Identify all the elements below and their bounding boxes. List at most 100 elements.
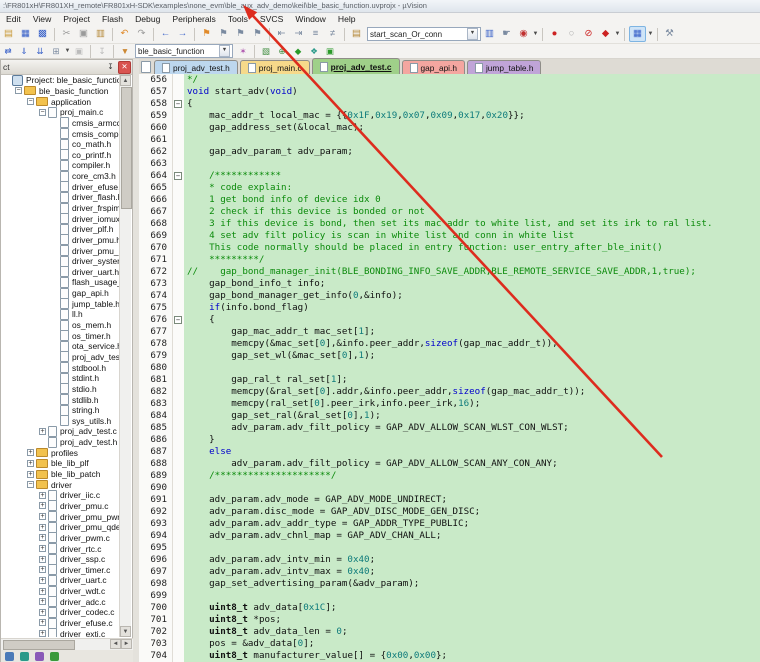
- save-icon[interactable]: ▦: [18, 27, 33, 41]
- scroll-left-icon[interactable]: ◄: [110, 639, 121, 649]
- rebuild-icon[interactable]: ⇊: [33, 45, 47, 57]
- code-line[interactable]: 660 gap_address_set(&local_mac);: [139, 122, 760, 134]
- tree-item[interactable]: gap_api.h: [1, 288, 121, 299]
- tab-jump_table-h[interactable]: jump_table.h: [467, 60, 542, 74]
- tree-item[interactable]: proj_adv_test.h: [1, 352, 121, 363]
- target-combobox[interactable]: ble_basic_function▼: [135, 44, 233, 58]
- tree-item[interactable]: driver_system.h: [1, 256, 121, 267]
- expand-icon[interactable]: +: [27, 460, 34, 467]
- pin-icon[interactable]: ↧: [104, 61, 117, 74]
- code-line[interactable]: 674 gap_bond_manager_get_info(0,&info);: [139, 290, 760, 302]
- scroll-up-icon[interactable]: ▲: [120, 75, 131, 86]
- tab-proj_main-c[interactable]: proj_main.c: [240, 60, 310, 74]
- code-line[interactable]: 700 uint8_t adv_data[0x1C];: [139, 602, 760, 614]
- tree-item[interactable]: stdbool.h: [1, 362, 121, 373]
- code-line[interactable]: 659 mac_addr_t local_mac = {{0x1F,0x19,0…: [139, 110, 760, 122]
- collapse-icon[interactable]: −: [15, 87, 22, 94]
- code-line[interactable]: 681 gap_ral_t ral_set[1];: [139, 374, 760, 386]
- close-icon[interactable]: ✕: [118, 61, 131, 74]
- tree-item[interactable]: +proj_adv_test.c: [1, 426, 121, 437]
- tree-item[interactable]: +driver_timer.c: [1, 564, 121, 575]
- expand-icon[interactable]: +: [39, 502, 46, 509]
- download-icon[interactable]: ↧: [95, 45, 109, 57]
- options-target-icon[interactable]: ✶: [236, 45, 250, 57]
- menu-svcs[interactable]: SVCS: [254, 13, 289, 25]
- code-line[interactable]: 667 2 check if this device is bonded or …: [139, 206, 760, 218]
- cut-icon[interactable]: ✂: [59, 27, 74, 41]
- pack-installer-icon[interactable]: ❖: [307, 45, 321, 57]
- expand-icon[interactable]: +: [39, 524, 46, 531]
- tree-item[interactable]: +driver_ssp.c: [1, 554, 121, 565]
- bookmark-prev-icon[interactable]: ⚑: [216, 27, 231, 41]
- tree-item[interactable]: string.h: [1, 405, 121, 416]
- code-line[interactable]: 677 gap_mac_addr_t mac_set[1];: [139, 326, 760, 338]
- project-tree[interactable]: Project: ble_basic_function−ble_basic_fu…: [1, 75, 121, 637]
- menu-project[interactable]: Project: [57, 13, 96, 25]
- code-line[interactable]: 671 *********/: [139, 254, 760, 266]
- expand-icon[interactable]: +: [27, 471, 34, 478]
- undo-icon[interactable]: ↶: [117, 27, 132, 41]
- tree-item[interactable]: stdint.h: [1, 373, 121, 384]
- tree-item[interactable]: +ble_lib_patch: [1, 469, 121, 480]
- code-line[interactable]: 678 memcpy(&mac_set[0],&info.peer_addr,s…: [139, 338, 760, 350]
- tree-item[interactable]: +driver_uart.c: [1, 575, 121, 586]
- tree-item[interactable]: sys_utils.h: [1, 416, 121, 427]
- code-line[interactable]: 672// gap_bond_manager_init(BLE_BONDING_…: [139, 266, 760, 278]
- forward-icon[interactable]: →: [175, 27, 190, 41]
- menu-flash[interactable]: Flash: [96, 13, 129, 25]
- file-extensions-icon[interactable]: ▧: [259, 45, 273, 57]
- code-line[interactable]: 657void start_adv(void): [139, 86, 760, 98]
- code-line[interactable]: 696 adv_param.adv_intv_min = 0x40;: [139, 554, 760, 566]
- tree-item[interactable]: +driver_pmu_pwm.c: [1, 511, 121, 522]
- code-line[interactable]: 661: [139, 134, 760, 146]
- build-icon[interactable]: ⇓: [17, 45, 31, 57]
- chevron-down-icon[interactable]: ▼: [64, 48, 71, 54]
- code-line[interactable]: 658−{: [139, 98, 760, 110]
- menu-edit[interactable]: Edit: [0, 13, 27, 25]
- menu-tools[interactable]: Tools: [222, 13, 254, 25]
- wrench-icon[interactable]: ⚒: [662, 27, 677, 41]
- collapse-icon[interactable]: −: [39, 109, 46, 116]
- tree-item[interactable]: jump_table.h: [1, 298, 121, 309]
- expand-icon[interactable]: +: [39, 513, 46, 520]
- tab-proj_adv_test-c[interactable]: proj_adv_test.c: [312, 58, 400, 74]
- tree-item[interactable]: +driver_adc.c: [1, 596, 121, 607]
- tree-item[interactable]: −application: [1, 96, 121, 107]
- uncomment-icon[interactable]: ≠: [325, 27, 340, 41]
- code-line[interactable]: 693 adv_param.adv_addr_type = GAP_ADDR_T…: [139, 518, 760, 530]
- tree-item[interactable]: co_printf.h: [1, 149, 121, 160]
- panel-tab-templates-icon[interactable]: [50, 652, 59, 661]
- bookmark-next-icon[interactable]: ⚑: [233, 27, 248, 41]
- tree-item[interactable]: +driver_codec.c: [1, 607, 121, 618]
- tree-item[interactable]: flash_usage_confi: [1, 277, 121, 288]
- tree-item[interactable]: +driver_exti.c: [1, 628, 121, 637]
- expand-icon[interactable]: +: [39, 630, 46, 637]
- panel-tab-functions-icon[interactable]: [35, 652, 44, 661]
- tree-item[interactable]: core_cm3.h: [1, 171, 121, 182]
- comment-icon[interactable]: ≡: [308, 27, 323, 41]
- menu-help[interactable]: Help: [332, 13, 362, 25]
- tree-item[interactable]: stdlib.h: [1, 394, 121, 405]
- code-line[interactable]: 675 if(info.bond_flag): [139, 302, 760, 314]
- code-line[interactable]: 679 gap_set_wl(&mac_set[0],1);: [139, 350, 760, 362]
- scrollbar-thumb-h[interactable]: [3, 640, 75, 650]
- tree-item[interactable]: driver_pmu.h: [1, 235, 121, 246]
- code-line[interactable]: 669 4 set adv filt policy is scan in whi…: [139, 230, 760, 242]
- tree-item[interactable]: driver_flash.h: [1, 192, 121, 203]
- expand-icon[interactable]: +: [39, 577, 46, 584]
- code-line[interactable]: 703 pos = &adv_data[0];: [139, 638, 760, 650]
- breakpoint-disable-icon[interactable]: ○: [564, 27, 579, 41]
- tree-item[interactable]: driver_frspim.h: [1, 203, 121, 214]
- code-line[interactable]: 686 }: [139, 434, 760, 446]
- tree-item[interactable]: driver_uart.h: [1, 267, 121, 278]
- tree-item[interactable]: ll.h: [1, 309, 121, 320]
- incremental-find-icon[interactable]: ☛: [499, 27, 514, 41]
- tab-proj_adv_test-h[interactable]: proj_adv_test.h: [154, 60, 238, 74]
- chevron-down-icon[interactable]: ▼: [532, 31, 539, 37]
- tree-item[interactable]: +driver_pwm.c: [1, 533, 121, 544]
- tree-item[interactable]: stdio.h: [1, 384, 121, 395]
- tree-item[interactable]: +ble_lib_plf: [1, 458, 121, 469]
- expand-icon[interactable]: +: [39, 598, 46, 605]
- code-line[interactable]: 692 adv_param.disc_mode = GAP_ADV_DISC_M…: [139, 506, 760, 518]
- expand-icon[interactable]: +: [39, 428, 46, 435]
